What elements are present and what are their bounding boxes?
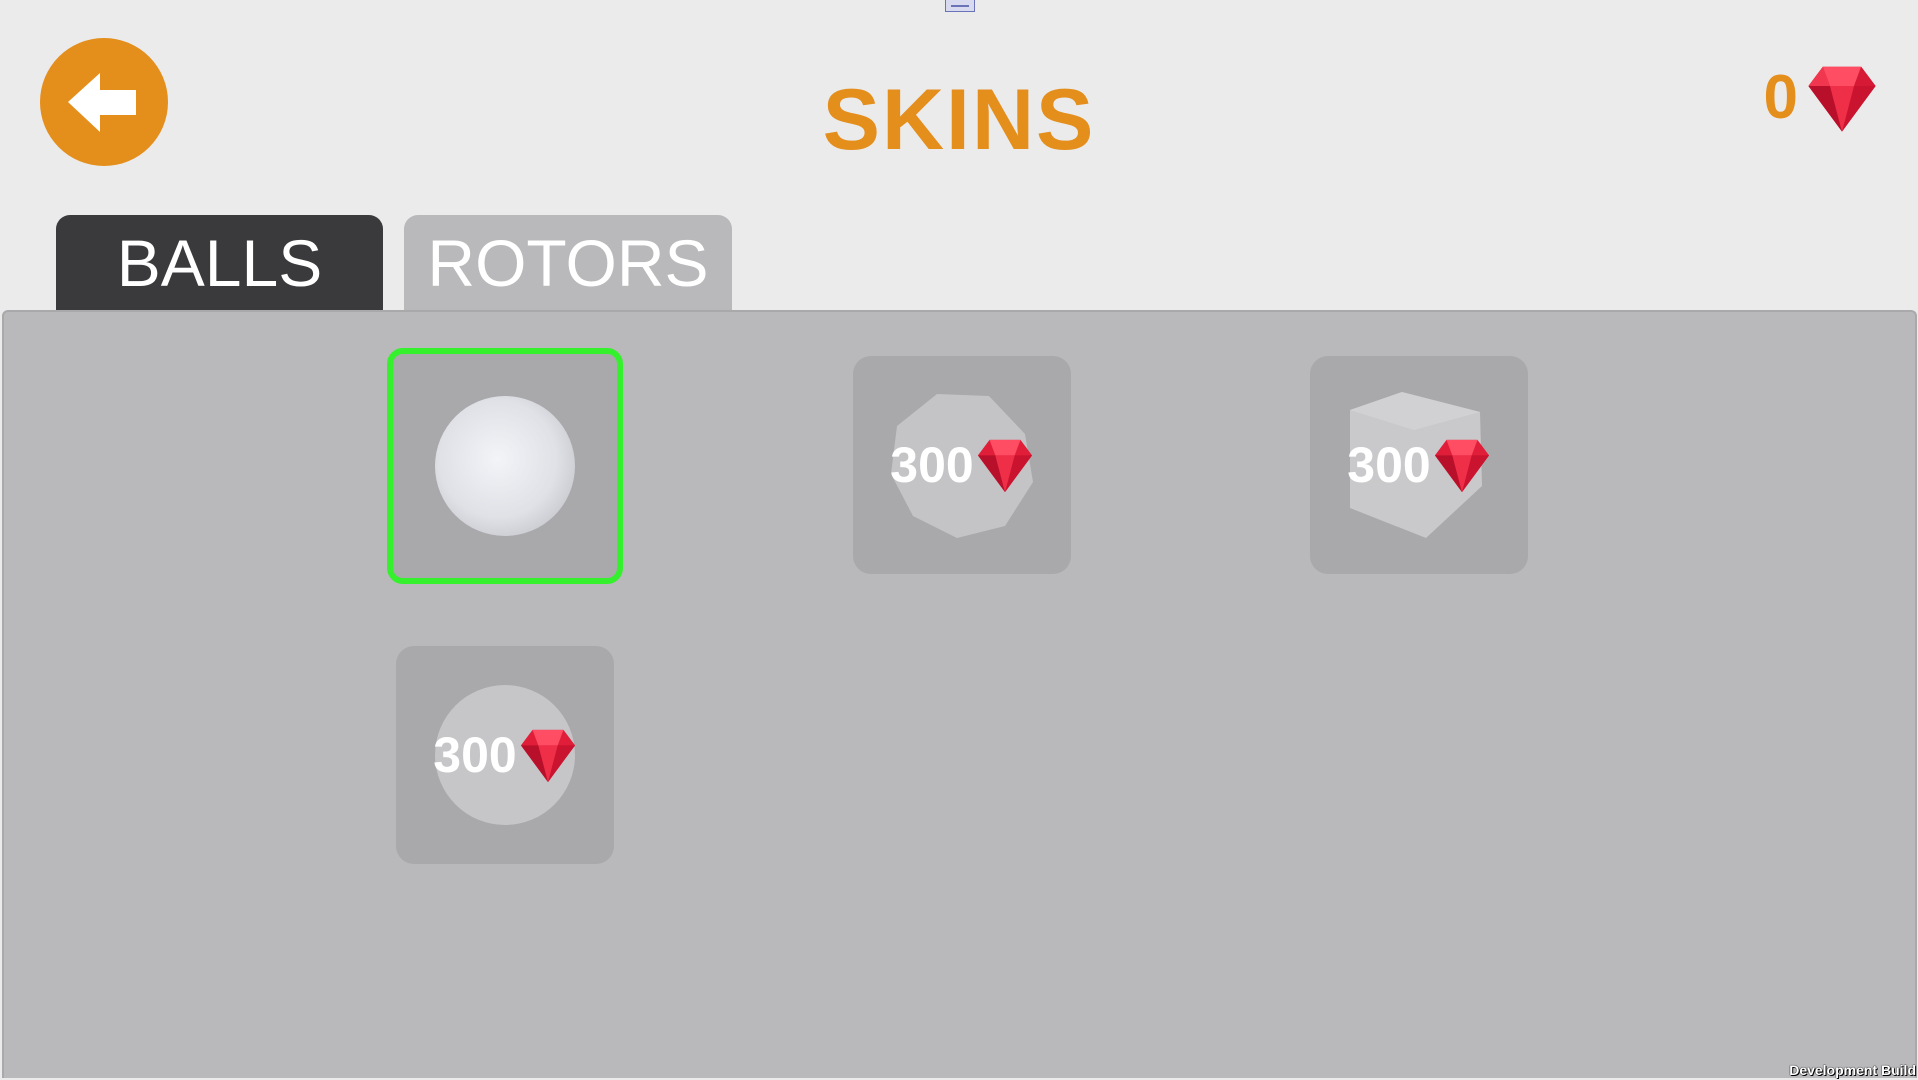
gem-counter: 0 [1764,58,1878,138]
red-gem-icon [1434,439,1489,493]
price-label: 300 [396,726,614,784]
skin-card-sphere-selected[interactable] [387,348,623,584]
window-drag-handle[interactable] [945,0,975,12]
skin-card-cube[interactable]: 300 [1310,356,1528,574]
price-label: 300 [1310,436,1528,494]
price-text: 300 [1347,437,1431,493]
gem-count: 0 [1763,63,1798,132]
page-title: SKINS [822,72,1096,168]
skin-card-polygon[interactable]: 300 [853,356,1071,574]
sphere-skin-icon [435,396,575,536]
development-build-label: Development Build [1789,1062,1916,1078]
red-gem-icon [1808,66,1876,132]
price-text: 300 [890,437,974,493]
price-label: 300 [853,436,1071,494]
tab-balls[interactable]: BALLS [56,215,383,311]
red-gem-icon [977,439,1032,493]
skins-grid-panel: 300 300 300 [2,310,1917,1078]
skin-card-sphere[interactable]: 300 [396,646,614,864]
red-gem-icon [520,729,575,783]
tab-rotors[interactable]: ROTORS [404,215,732,311]
price-text: 300 [433,727,517,783]
